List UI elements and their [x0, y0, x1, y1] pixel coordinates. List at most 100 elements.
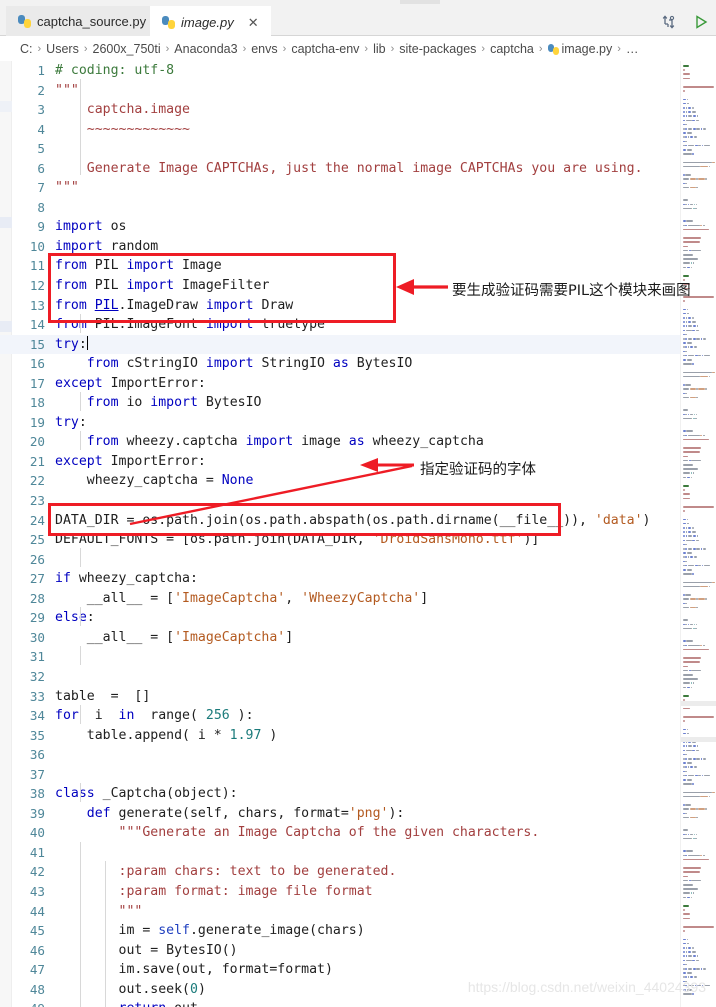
code-token: ImportError:: [110, 375, 206, 391]
code-line[interactable]: 16 from cStringIO import StringIO as Byt…: [0, 354, 680, 374]
minimap-line: [683, 535, 686, 537]
code-line[interactable]: 8: [0, 198, 680, 218]
breadcrumb-item[interactable]: envs: [251, 42, 277, 56]
vcs-update-icon[interactable]: [660, 13, 678, 31]
code-line[interactable]: 18 from io import BytesIO: [0, 393, 680, 413]
minimap-line: [685, 543, 687, 546]
breadcrumb-item[interactable]: Anaconda3: [174, 42, 237, 56]
minimap-line: [696, 128, 701, 130]
code-line[interactable]: 41: [0, 843, 680, 863]
code-line[interactable]: 1 # coding: utf-8: [0, 61, 680, 81]
code-line[interactable]: 32: [0, 667, 680, 687]
code-line[interactable]: 39 def generate(self, chars, format='png…: [0, 804, 680, 824]
code-line[interactable]: 15 try:: [0, 334, 680, 355]
code-line[interactable]: 42 :param chars: text to be generated.: [0, 862, 680, 882]
code-line[interactable]: 24 DATA_DIR = os.path.join(os.path.abspat…: [0, 511, 680, 531]
breadcrumb-item[interactable]: Users: [46, 42, 79, 56]
minimap-line: [695, 627, 697, 630]
code-token: ,: [285, 590, 302, 606]
code-line[interactable]: 36: [0, 745, 680, 765]
code-token: generate(self, chars, format=: [118, 805, 349, 821]
code-line[interactable]: 45 im = self.generate_image(chars): [0, 921, 680, 941]
breadcrumb-item[interactable]: …: [626, 42, 639, 56]
breadcrumb-item[interactable]: C:: [20, 42, 33, 56]
minimap-line: [693, 745, 696, 747]
code-line[interactable]: 3 captcha.image: [0, 100, 680, 120]
code-line[interactable]: 23: [0, 491, 680, 511]
code-editor[interactable]: 1 # coding: utf-8 2 """ 3 captcha.image 4 ~~~…: [0, 61, 680, 1007]
code-text: if wheezy_captcha:: [55, 569, 198, 589]
code-line[interactable]: 4 ~~~~~~~~~~~~~: [0, 120, 680, 140]
code-line[interactable]: 26: [0, 550, 680, 570]
code-line[interactable]: 37: [0, 765, 680, 785]
code-line[interactable]: 22 wheezy_captcha = None: [0, 471, 680, 491]
close-icon[interactable]: ✕: [248, 16, 259, 29]
code-line[interactable]: 47 im.save(out, format=format): [0, 960, 680, 980]
code-line[interactable]: 33 table = []: [0, 687, 680, 707]
code-line[interactable]: 6 Generate Image CAPTCHAs, just the norm…: [0, 159, 680, 179]
minimap-line: [685, 959, 692, 962]
code-line[interactable]: 2 """: [0, 81, 680, 101]
code-minimap[interactable]: [680, 61, 716, 1007]
code-line[interactable]: 9 import os: [0, 217, 680, 237]
minimap-line: [694, 144, 698, 147]
code-text: :param format: image file format: [55, 882, 373, 902]
code-token: import: [55, 238, 111, 254]
code-line[interactable]: 20 from wheezy.captcha import image as w…: [0, 432, 680, 452]
line-number: 32: [29, 668, 45, 684]
minimap-line: [683, 749, 686, 752]
code-line[interactable]: 7 """: [0, 178, 680, 198]
breadcrumb-item[interactable]: captcha: [490, 42, 534, 56]
code-line[interactable]: 49 return out: [0, 999, 680, 1007]
tab-captcha-source-py[interactable]: captcha_source.py: [6, 6, 159, 36]
code-line[interactable]: 29 else:: [0, 608, 680, 628]
code-line[interactable]: 31: [0, 647, 680, 667]
minimap-line: [683, 606, 690, 609]
code-line[interactable]: 34 for i in range( 256 ):: [0, 706, 680, 726]
minimap-line: [683, 90, 685, 92]
code-line[interactable]: 10 import random: [0, 237, 680, 257]
code-line[interactable]: 28 __all__ = ['ImageCaptcha', 'WheezyCap…: [0, 589, 680, 609]
code-line[interactable]: 14 from PIL.ImageFont import truetype: [0, 315, 680, 335]
code-line[interactable]: 11 from PIL import Image: [0, 256, 680, 276]
code-token: ): [197, 981, 206, 997]
code-token: import: [205, 297, 262, 313]
indent-guide: [80, 314, 81, 333]
breadcrumb-item[interactable]: 2600x_750ti: [93, 42, 161, 56]
breadcrumb-item[interactable]: lib: [373, 42, 386, 56]
code-token: im.save(out, format=format): [55, 962, 333, 978]
breadcrumb-item[interactable]: image.py: [547, 42, 612, 56]
code-token: ImportError:: [110, 453, 206, 469]
minimap-line: [683, 917, 691, 920]
code-line[interactable]: 43 :param format: image file format: [0, 882, 680, 902]
code-line[interactable]: 30 __all__ = ['ImageCaptcha']: [0, 628, 680, 648]
code-line[interactable]: 27 if wheezy_captcha:: [0, 569, 680, 589]
code-line[interactable]: 17 except ImportError:: [0, 374, 680, 394]
code-line[interactable]: 40 """Generate an Image Captcha of the g…: [0, 823, 680, 843]
code-token: out.seek(: [55, 981, 190, 997]
window-nub: [400, 0, 440, 4]
breadcrumb-item[interactable]: captcha-env: [291, 42, 359, 56]
minimap-line: [696, 186, 698, 189]
code-line[interactable]: 5: [0, 139, 680, 159]
minimap-line: [683, 905, 690, 907]
code-line[interactable]: 44 """: [0, 902, 680, 922]
tab-image-py[interactable]: image.py ✕: [150, 6, 271, 36]
minimap-line: [690, 136, 694, 138]
minimap-line: [692, 993, 695, 995]
code-line[interactable]: 25 DEFAULT_FONTS = [os.path.join(DATA_DIR…: [0, 530, 680, 550]
code-line[interactable]: 35 table.append( i * 1.97 ): [0, 726, 680, 746]
code-line[interactable]: 46 out = BytesIO(): [0, 941, 680, 961]
minimap-line: [689, 186, 696, 189]
code-line[interactable]: 21 except ImportError:: [0, 452, 680, 472]
breadcrumb-item[interactable]: site-packages: [399, 42, 476, 56]
run-icon[interactable]: [692, 13, 710, 31]
minimap-line: [683, 245, 688, 248]
minimap-line: [683, 657, 702, 659]
code-token: __all__ = [: [55, 629, 175, 645]
minimap-line: [691, 107, 694, 109]
code-line[interactable]: 48 out.seek(0): [0, 980, 680, 1000]
code-line[interactable]: 19 try:: [0, 413, 680, 433]
code-line[interactable]: 38 class _Captcha(object):: [0, 784, 680, 804]
minimap-line: [683, 262, 691, 264]
